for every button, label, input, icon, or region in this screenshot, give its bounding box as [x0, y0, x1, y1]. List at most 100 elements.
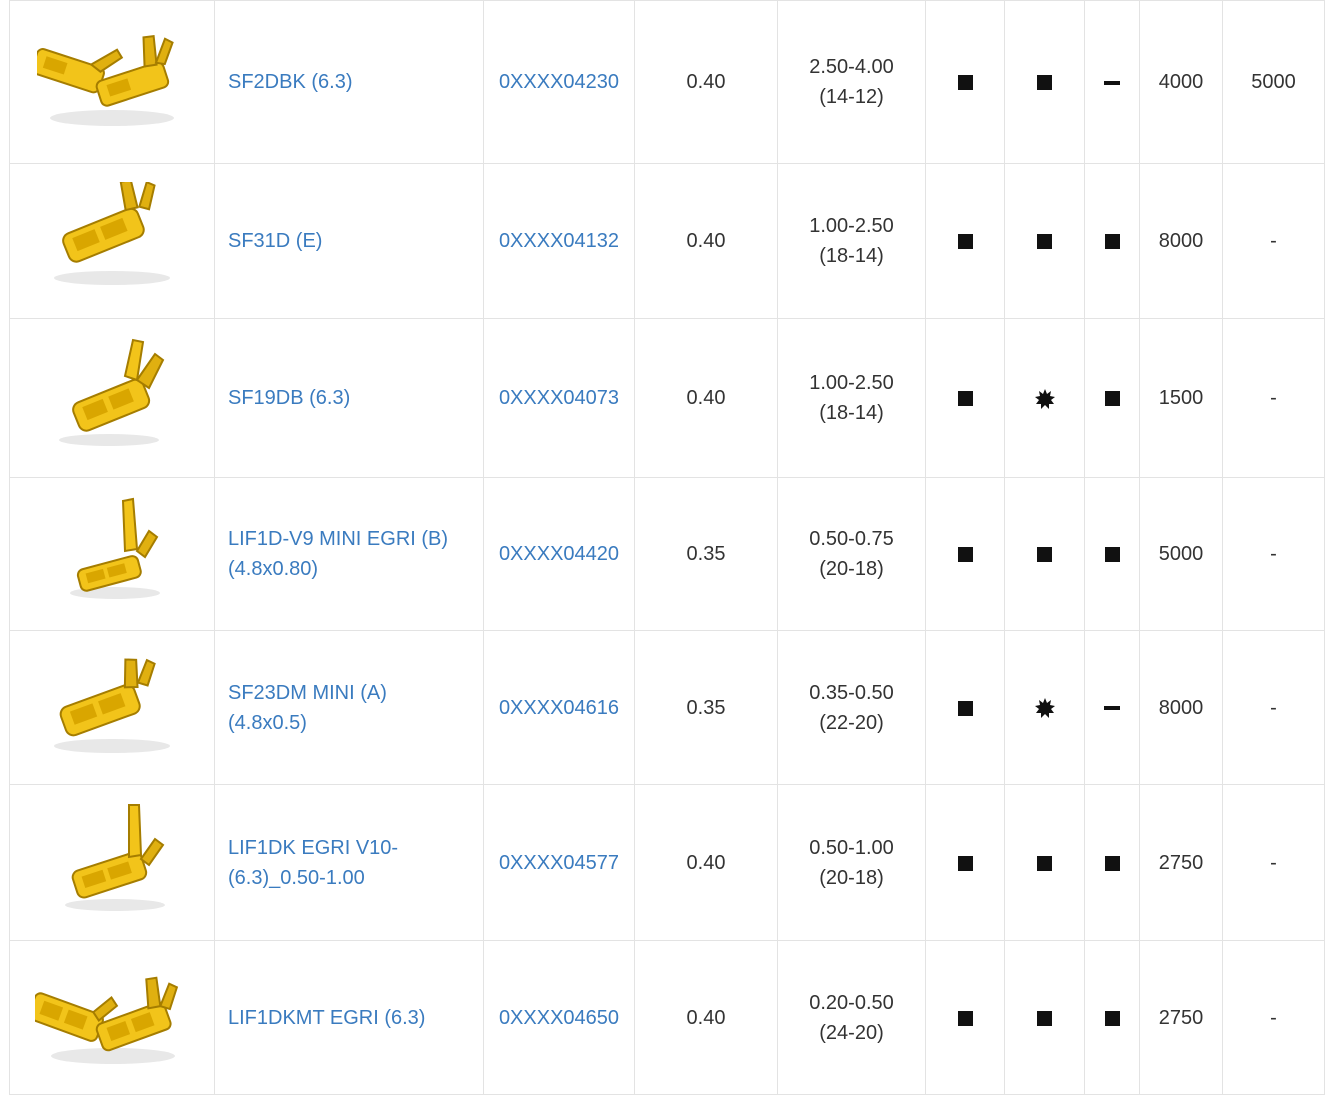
product-code-link[interactable]: 0XXXX04132	[499, 230, 619, 252]
range-cell: 2.50-4.00 (14-12)	[777, 0, 926, 164]
product-name-link[interactable]: SF19DB (6.3)	[228, 387, 350, 409]
code-cell: 0XXXX04230	[483, 0, 635, 164]
square-icon	[1037, 547, 1052, 563]
thickness-cell: 0.35	[634, 477, 778, 631]
code-cell: 0XXXX04650	[483, 940, 635, 1095]
name-line-1: SF23DM MINI (A)	[228, 681, 387, 704]
feature-cell-2	[1004, 0, 1085, 164]
square-icon	[1104, 391, 1120, 407]
image-cell	[9, 630, 215, 785]
product-code-link[interactable]: 0XXXX04616	[499, 697, 619, 719]
table-row: LIF1DKMT EGRI (6.3) 0XXXX04650 0.40 0.20…	[9, 940, 1325, 1095]
feature-cell-2	[1004, 784, 1085, 941]
image-cell	[9, 477, 215, 631]
square-icon	[957, 75, 973, 91]
feature-cell-3	[1084, 784, 1140, 941]
feature-cell-3	[1084, 477, 1140, 631]
name-cell: LIF1DK EGRI V10- (6.3)_0.50-1.00	[214, 784, 484, 941]
image-cell	[9, 318, 215, 478]
star-burst-icon	[1034, 698, 1055, 719]
terminal-icon[interactable]	[37, 336, 187, 460]
product-code-link[interactable]: 0XXXX04650	[499, 1007, 619, 1029]
table-row: SF2DBK (6.3) 0XXXX04230 0.40 2.50-4.00 (1…	[9, 0, 1325, 164]
square-icon	[957, 1010, 973, 1026]
quantity-cell-2: 5000	[1222, 0, 1325, 164]
square-icon	[957, 234, 973, 250]
quantity-cell: 4000	[1139, 0, 1223, 164]
table-row: SF19DB (6.3) 0XXXX04073 0.40 1.00-2.50 (1…	[9, 318, 1325, 478]
feature-cell-2	[1004, 318, 1085, 478]
product-code-link[interactable]: 0XXXX04073	[499, 387, 619, 409]
product-table: SF2DBK (6.3) 0XXXX04230 0.40 2.50-4.00 (1…	[9, 0, 1325, 1095]
terminal-icon[interactable]	[37, 801, 187, 925]
square-icon	[957, 700, 973, 716]
range-cell: 0.50-1.00 (20-18)	[777, 784, 926, 941]
feature-cell-1	[925, 940, 1005, 1095]
range-awg: (20-18)	[819, 558, 884, 580]
product-name-link[interactable]: SF2DBK (6.3)	[228, 71, 352, 93]
product-code-link[interactable]: 0XXXX04420	[499, 543, 619, 565]
range-mm: 1.00-2.50	[809, 372, 894, 394]
range-mm: 1.00-2.50	[809, 215, 894, 237]
product-name-link[interactable]: LIF1D-V9 MINI EGRI (B) (4.8x0.80)	[228, 524, 475, 584]
square-icon	[1037, 75, 1052, 91]
name-cell: SF2DBK (6.3)	[214, 0, 484, 164]
feature-cell-1	[925, 477, 1005, 631]
range-cell: 0.20-0.50 (24-20)	[777, 940, 926, 1095]
quantity-cell: 8000	[1139, 630, 1223, 785]
dash-icon	[1104, 80, 1120, 85]
quantity-cell: 2750	[1139, 940, 1223, 1095]
code-cell: 0XXXX04616	[483, 630, 635, 785]
table-row: LIF1D-V9 MINI EGRI (B) (4.8x0.80) 0XXXX04…	[9, 477, 1325, 631]
name-line-1: LIF1DK EGRI V10-	[228, 836, 399, 859]
range-awg: (22-20)	[819, 711, 884, 734]
name-line-2: (4.8x0.5)	[228, 711, 307, 734]
range-mm: 0.35-0.50	[809, 681, 894, 704]
double-terminal-icon[interactable]	[31, 23, 187, 142]
feature-cell-2	[1004, 940, 1085, 1095]
square-icon	[1037, 855, 1052, 871]
name-line-2: (6.3)_0.50-1.00	[228, 866, 365, 889]
product-name-link[interactable]: LIF1DKMT EGRI (6.3)	[228, 1007, 425, 1029]
product-code-link[interactable]: 0XXXX04577	[499, 852, 619, 874]
image-cell	[9, 0, 215, 164]
thickness-cell: 0.35	[634, 630, 778, 785]
name-line-2: (4.8x0.80)	[228, 558, 319, 580]
image-cell	[9, 784, 215, 941]
square-icon	[957, 547, 973, 563]
feature-cell-1	[925, 163, 1005, 319]
feature-cell-1	[925, 0, 1005, 164]
square-icon	[1104, 234, 1120, 250]
range-mm: 0.50-1.00	[809, 836, 894, 859]
thickness-cell: 0.40	[634, 940, 778, 1095]
quantity-cell: 2750	[1139, 784, 1223, 941]
terminal-icon[interactable]	[37, 495, 187, 614]
range-cell: 0.50-0.75 (20-18)	[777, 477, 926, 631]
name-cell: SF19DB (6.3)	[214, 318, 484, 478]
feature-cell-3	[1084, 318, 1140, 478]
product-name-link[interactable]: SF31D (E)	[228, 230, 322, 252]
quantity-cell: 8000	[1139, 163, 1223, 319]
terminal-icon[interactable]	[37, 648, 187, 767]
range-mm: 0.50-0.75	[809, 528, 894, 550]
feature-cell-3	[1084, 630, 1140, 785]
product-name-link[interactable]: LIF1DK EGRI V10- (6.3)_0.50-1.00	[228, 833, 475, 893]
star-burst-icon	[1034, 388, 1055, 409]
double-terminal-icon[interactable]	[27, 958, 190, 1077]
feature-cell-2	[1004, 477, 1085, 631]
image-cell	[9, 163, 215, 319]
name-cell: SF31D (E)	[214, 163, 484, 319]
range-cell: 1.00-2.50 (18-14)	[777, 318, 926, 478]
product-code-link[interactable]: 0XXXX04230	[499, 71, 619, 93]
product-name-link[interactable]: SF23DM MINI (A) (4.8x0.5)	[228, 678, 475, 738]
thickness-cell: 0.40	[634, 0, 778, 164]
feature-cell-2	[1004, 630, 1085, 785]
terminal-icon[interactable]	[37, 178, 187, 301]
quantity-cell-2: -	[1222, 163, 1325, 319]
square-icon	[1037, 234, 1052, 250]
quantity-cell-2: -	[1222, 940, 1325, 1095]
feature-cell-1	[925, 318, 1005, 478]
range-awg: (20-18)	[819, 866, 884, 889]
name-line-1: LIF1D-V9 MINI EGRI (B)	[228, 528, 449, 550]
quantity-cell-2: -	[1222, 784, 1325, 941]
